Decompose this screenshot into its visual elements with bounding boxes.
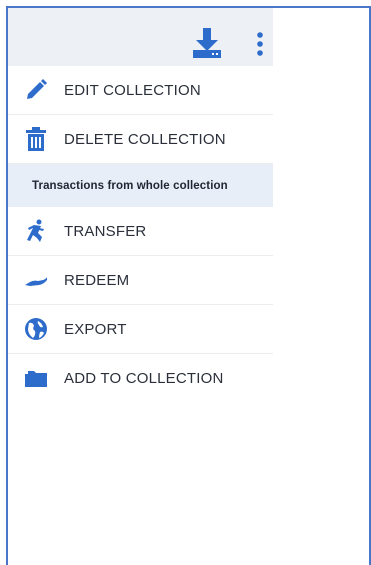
pencil-icon [24, 78, 54, 102]
collection-actions-menu: EDIT COLLECTION DELETE COLLECTION Transa… [8, 66, 273, 403]
menu-item-label: REDEEM [64, 271, 130, 289]
more-options-button[interactable] [252, 30, 268, 60]
menu-item-redeem[interactable]: REDEEM [8, 256, 273, 305]
menu-item-label: EDIT COLLECTION [64, 81, 201, 99]
trash-icon [24, 127, 54, 151]
section-title: Transactions from whole collection [8, 164, 273, 207]
runner-icon [24, 219, 54, 243]
menu-item-label: TRANSFER [64, 222, 147, 240]
download-button[interactable] [190, 26, 224, 60]
menu-item-label: DELETE COLLECTION [64, 130, 226, 148]
hand-give-icon [24, 268, 54, 292]
menu-item-label: EXPORT [64, 320, 127, 338]
globe-icon [24, 317, 54, 341]
menu-item-edit-collection[interactable]: EDIT COLLECTION [8, 66, 273, 115]
folder-icon [24, 367, 54, 391]
menu-item-export[interactable]: EXPORT [8, 305, 273, 354]
download-icon [190, 28, 224, 64]
menu-header [8, 8, 273, 66]
more-vertical-icon [252, 32, 268, 64]
menu-item-label: ADD TO COLLECTION [64, 370, 224, 387]
menu-item-transfer[interactable]: TRANSFER [8, 207, 273, 256]
menu-item-delete-collection[interactable]: DELETE COLLECTION [8, 115, 273, 164]
menu-item-add-to-collection[interactable]: ADD TO COLLECTION [8, 354, 273, 403]
